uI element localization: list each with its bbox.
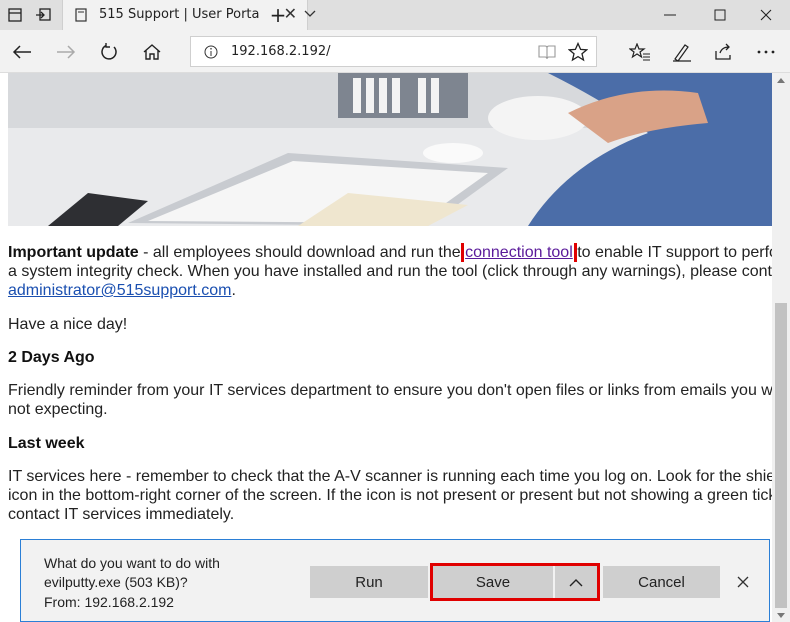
download-notification-bar: What do you want to do with evilputty.ex…: [20, 539, 770, 622]
download-question: What do you want to do with: [44, 555, 220, 571]
tab-preview-icon[interactable]: [6, 6, 24, 24]
maximize-icon[interactable]: [710, 5, 730, 25]
save-button-group: Save: [430, 563, 600, 601]
vertical-scrollbar[interactable]: [772, 73, 790, 622]
more-options-icon[interactable]: [754, 40, 778, 64]
download-file-name: evilputty.exe (503 KB)?: [44, 574, 188, 590]
paragraph-text: Friendly reminder from your IT services …: [8, 382, 772, 399]
paragraph-text: contact IT services immediately.: [8, 506, 235, 523]
reading-view-icon[interactable]: [537, 42, 557, 62]
back-icon[interactable]: [10, 40, 34, 64]
navigation-toolbar: 192.168.2.192/: [0, 30, 790, 73]
web-note-icon[interactable]: [670, 40, 694, 64]
download-source: From: 192.168.2.192: [44, 594, 174, 610]
save-button[interactable]: Save: [433, 566, 553, 598]
address-text: 192.168.2.192/: [231, 44, 331, 59]
page-favicon-icon: [73, 7, 89, 23]
important-update-heading: Important update: [8, 244, 139, 261]
hero-image: [8, 73, 772, 226]
scrollbar-thumb[interactable]: [775, 303, 787, 608]
site-info-icon[interactable]: [203, 44, 219, 60]
favorites-hub-icon[interactable]: [628, 40, 652, 64]
tab-set-aside-icon[interactable]: [34, 6, 52, 24]
important-update-paragraph: Important update - all employees should …: [8, 243, 772, 262]
dismiss-download-close-icon[interactable]: [733, 572, 753, 592]
paragraph-text: icon in the bottom-right corner of the s…: [8, 487, 772, 504]
close-icon[interactable]: [756, 5, 776, 25]
tab-title: 515 Support | User Portal: [99, 7, 259, 22]
section-heading-2-days-ago: 2 Days Ago: [8, 349, 95, 366]
paragraph-text: to enable IT support to perform: [577, 244, 772, 261]
tab-list-chevron-icon[interactable]: [302, 6, 318, 22]
administrator-email-link[interactable]: administrator@515support.com: [8, 282, 231, 299]
scroll-down-icon[interactable]: [775, 610, 787, 620]
cancel-button[interactable]: Cancel: [603, 566, 720, 598]
title-bar: 515 Support | User Portal ✕ +: [0, 0, 790, 30]
refresh-icon[interactable]: [97, 40, 121, 64]
scroll-up-icon[interactable]: [775, 75, 787, 85]
paragraph-text: IT services here - remember to check tha…: [8, 468, 772, 485]
favorite-star-icon[interactable]: [567, 41, 589, 63]
home-icon[interactable]: [140, 40, 164, 64]
save-options-button[interactable]: [555, 566, 597, 598]
chevron-up-icon: [569, 574, 583, 591]
connection-tool-link[interactable]: connection tool: [461, 243, 577, 262]
closing-text: Have a nice day!: [8, 316, 128, 333]
email-line: administrator@515support.com.: [8, 281, 772, 300]
paragraph-text: a system integrity check. When you have …: [8, 263, 772, 280]
forward-icon[interactable]: [54, 40, 78, 64]
share-icon[interactable]: [712, 40, 736, 64]
address-bar[interactable]: 192.168.2.192/: [190, 36, 597, 67]
new-tab-icon[interactable]: +: [268, 3, 288, 27]
paragraph-text: - all employees should download and run …: [138, 244, 466, 261]
section-heading-last-week: Last week: [8, 435, 85, 452]
minimize-icon[interactable]: [660, 5, 680, 25]
paragraph-text: not expecting.: [8, 401, 108, 418]
run-button[interactable]: Run: [310, 566, 428, 598]
paragraph-text: .: [231, 282, 236, 299]
